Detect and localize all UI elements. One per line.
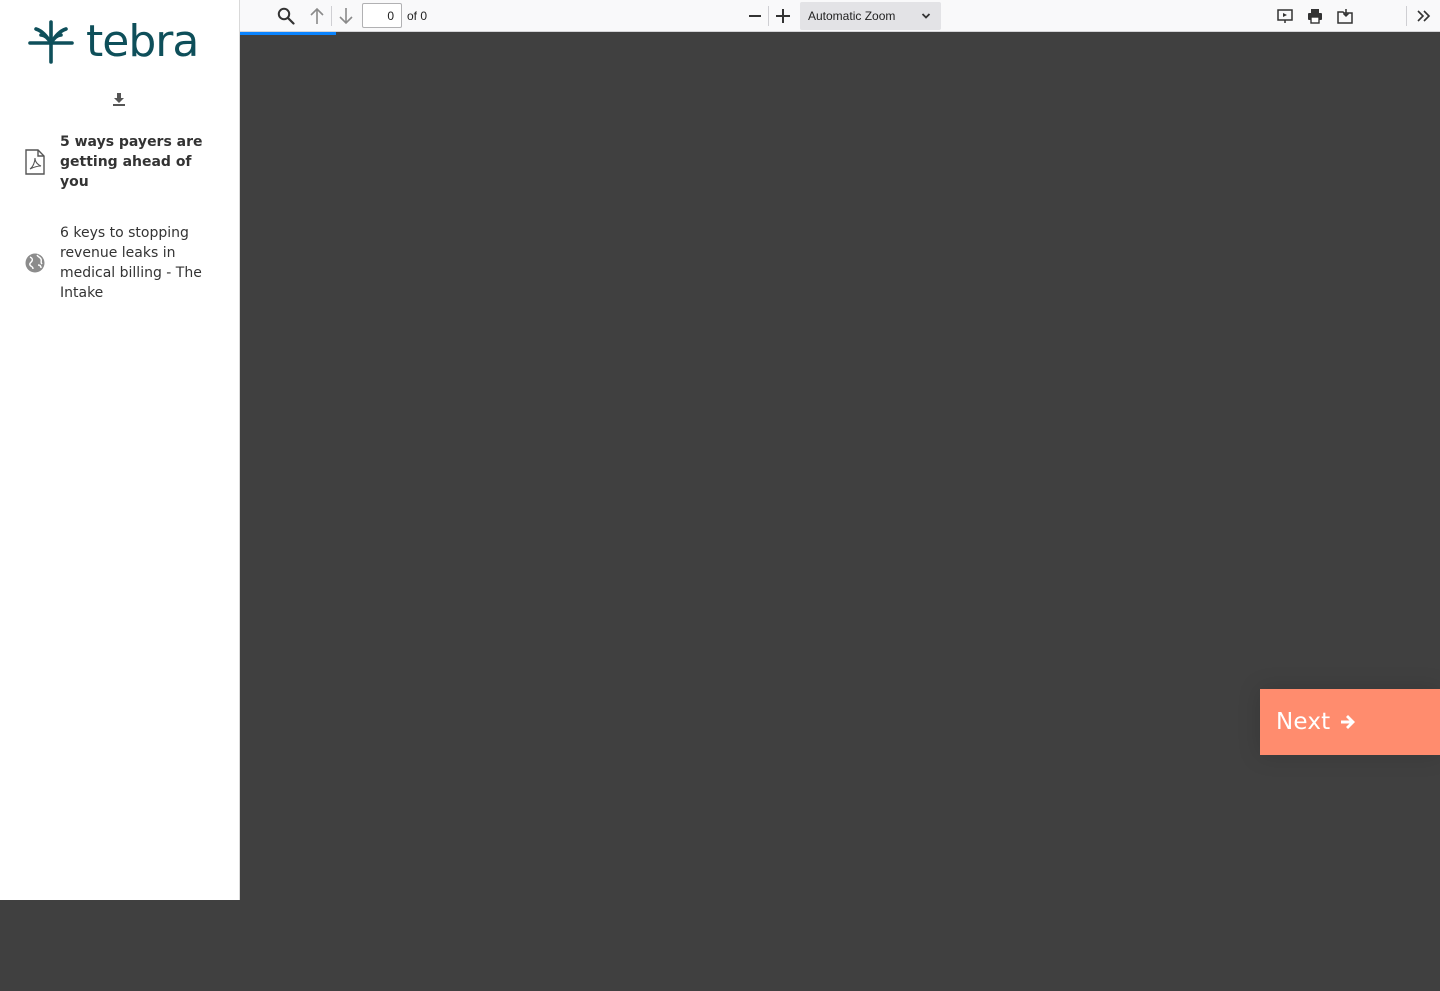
arrow-right-icon [1339, 713, 1357, 731]
tebra-logo[interactable]: tebra [28, 18, 212, 66]
page-number-input[interactable] [362, 3, 402, 28]
zoom-out-icon [749, 15, 761, 17]
zoom-in-button[interactable] [770, 3, 796, 29]
arrow-up-icon [310, 7, 324, 24]
pdf-toolbar: of 0 Automatic Zoom [240, 0, 1440, 32]
sidebar: tebra 5 ways payers are getting ahead of… [0, 0, 240, 900]
print-icon [1308, 9, 1322, 24]
presentation-icon [1277, 9, 1293, 23]
zoom-out-button[interactable] [742, 3, 768, 29]
search-icon [277, 7, 295, 25]
zoom-in-icon [776, 9, 790, 23]
document-label: 6 keys to stopping revenue leaks in medi… [60, 225, 202, 301]
presentation-mode-button[interactable] [1272, 3, 1298, 29]
print-button[interactable] [1302, 3, 1328, 29]
zoom-select-value: Automatic Zoom [808, 9, 896, 23]
arrow-down-icon [339, 8, 353, 25]
document-item-5-ways[interactable]: 5 ways payers are getting ahead of you [0, 134, 239, 190]
tools-chevron-icon [1417, 10, 1431, 22]
app: tebra 5 ways payers are getting ahead of… [0, 0, 1440, 991]
toolbar-separator [331, 6, 332, 26]
next-button-label: Next [1276, 709, 1331, 735]
globe-icon [22, 250, 48, 276]
document-list: 5 ways payers are getting ahead of you 6… [0, 134, 239, 303]
next-button[interactable]: Next [1260, 689, 1440, 755]
loading-progress-bar [240, 32, 336, 35]
chevron-down-icon [921, 13, 931, 19]
save-button[interactable] [1332, 3, 1358, 29]
previous-page-button[interactable] [304, 3, 330, 29]
logo-wordmark: tebra [86, 16, 199, 67]
search-button[interactable] [273, 3, 299, 29]
pdf-icon [22, 149, 48, 175]
next-page-button[interactable] [333, 3, 359, 29]
save-icon [1337, 9, 1353, 24]
zoom-select[interactable]: Automatic Zoom [800, 2, 941, 30]
toolbar-separator [768, 6, 769, 26]
toolbar-separator [1406, 6, 1407, 26]
page-count: of 0 [407, 9, 428, 23]
download-icon [113, 93, 125, 106]
document-label: 5 ways payers are getting ahead of you [60, 134, 203, 190]
tebra-logo-mark [28, 20, 74, 64]
tools-toggle-button[interactable] [1411, 3, 1437, 29]
document-item-6-keys[interactable]: 6 keys to stopping revenue leaks in medi… [0, 223, 239, 303]
download-button[interactable] [108, 88, 130, 110]
